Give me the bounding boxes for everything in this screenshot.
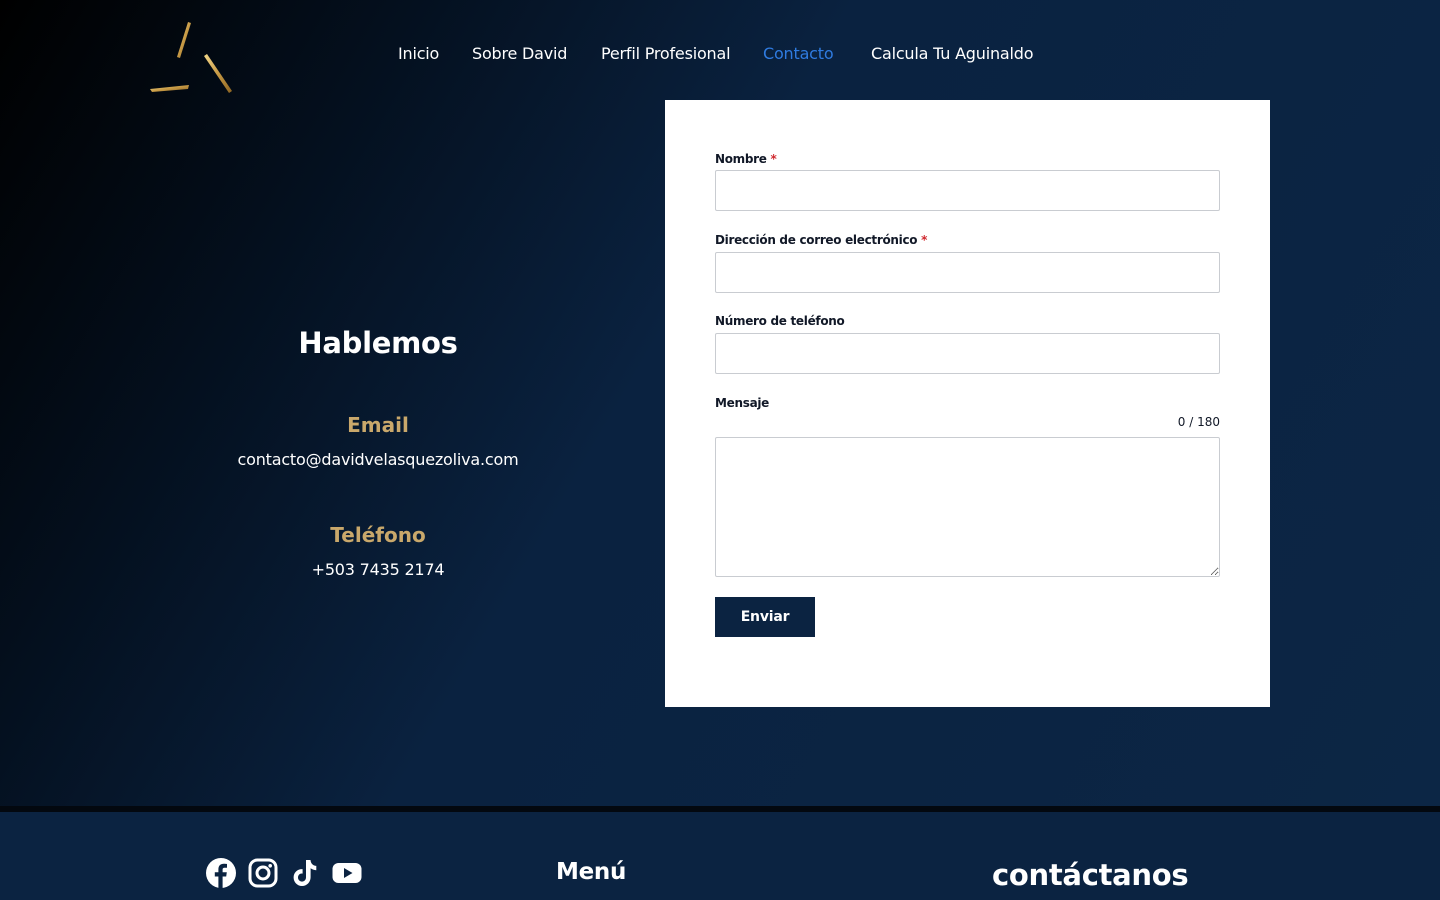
email-label: Email — [347, 413, 409, 437]
hero-section: Inicio Sobre David Perfil Profesional Co… — [0, 0, 1440, 806]
nav-item-sobre-david[interactable]: Sobre David — [472, 44, 567, 63]
message-char-counter: 0 / 180 — [1177, 415, 1220, 429]
main-nav: Inicio Sobre David Perfil Profesional Co… — [0, 44, 1440, 70]
nav-item-contacto[interactable]: Contacto — [763, 44, 834, 63]
phone-field-label: Número de teléfono — [715, 314, 845, 328]
instagram-icon[interactable] — [247, 857, 279, 889]
contact-form: Nombre * Dirección de correo electrónico… — [665, 100, 1270, 707]
youtube-icon[interactable] — [331, 857, 363, 889]
email-input[interactable] — [715, 252, 1220, 293]
phone-label: Teléfono — [330, 523, 426, 547]
phone-value: +503 7435 2174 — [311, 560, 445, 579]
nav-item-inicio[interactable]: Inicio — [398, 44, 439, 63]
nav-item-calcula-aguinaldo[interactable]: Calcula Tu Aguinaldo — [871, 44, 1033, 63]
tiktok-icon[interactable] — [289, 857, 321, 889]
nav-item-perfil-profesional[interactable]: Perfil Profesional — [601, 44, 731, 63]
submit-button[interactable]: Enviar — [715, 597, 815, 637]
email-value: contacto@davidvelasquezoliva.com — [237, 450, 519, 469]
message-textarea[interactable] — [715, 437, 1220, 577]
message-field-label: Mensaje — [715, 396, 770, 410]
site-footer: Menú contáctanos — [0, 812, 1440, 900]
email-field-label: Dirección de correo electrónico * — [715, 233, 928, 247]
name-input[interactable] — [715, 170, 1220, 211]
facebook-icon[interactable] — [205, 857, 237, 889]
required-marker: * — [770, 152, 777, 166]
contact-heading: Hablemos — [298, 326, 458, 360]
required-marker: * — [921, 233, 928, 247]
name-field-label: Nombre * — [715, 152, 777, 166]
phone-input[interactable] — [715, 333, 1220, 374]
footer-contact-heading: contáctanos — [992, 858, 1189, 892]
footer-menu-heading: Menú — [556, 859, 627, 885]
